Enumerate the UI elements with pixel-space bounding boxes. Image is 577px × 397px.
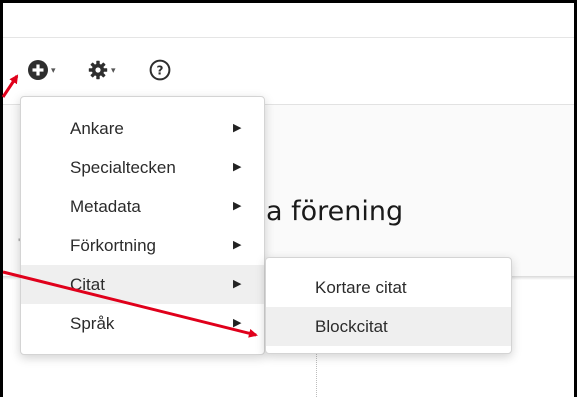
submenu-item-label: Kortare citat (315, 277, 407, 297)
help-button[interactable]: ? (149, 56, 171, 84)
triangle-right-icon: ▶ (233, 200, 242, 212)
document-heading: a förening (266, 196, 404, 227)
submenu-item-kortare-citat[interactable]: Kortare citat (266, 268, 511, 307)
help-glyph: ? (157, 64, 164, 78)
menu-item-forkortning[interactable]: Förkortning ▶ (21, 226, 264, 265)
menu-item-specialtecken[interactable]: Specialtecken ▶ (21, 148, 264, 187)
menu-item-sprak[interactable]: Språk ▶ (21, 304, 264, 343)
menu-item-ankare[interactable]: Ankare ▶ (21, 109, 264, 148)
settings-dropdown-button[interactable]: ▾ (88, 56, 116, 84)
screenshot-frame: ▾ ▾ ? a förening ' (0, 0, 577, 397)
chevron-down-icon: ▾ (51, 64, 56, 75)
citat-submenu: Kortare citat Blockcitat (265, 257, 512, 354)
question-circle-icon: ? (149, 59, 171, 81)
add-dropdown-button[interactable]: ▾ (28, 56, 56, 84)
triangle-right-icon: ▶ (233, 161, 242, 173)
frame-border-top (0, 0, 577, 3)
submenu-item-blockcitat[interactable]: Blockcitat (266, 307, 511, 346)
triangle-right-icon: ▶ (233, 278, 242, 290)
plus-circle-icon (28, 60, 48, 80)
insert-menu: Ankare ▶ Specialtecken ▶ Metadata ▶ Förk… (20, 96, 265, 355)
chevron-down-icon: ▾ (111, 64, 116, 75)
menu-item-label: Specialtecken (70, 157, 176, 177)
menu-item-label: Metadata (70, 196, 141, 216)
menu-item-metadata[interactable]: Metadata ▶ (21, 187, 264, 226)
menu-item-label: Ankare (70, 118, 124, 138)
triangle-right-icon: ▶ (233, 317, 242, 329)
menu-item-label: Förkortning (70, 235, 156, 255)
triangle-right-icon: ▶ (233, 122, 242, 134)
menu-item-citat[interactable]: Citat ▶ (21, 265, 264, 304)
submenu-item-label: Blockcitat (315, 316, 388, 336)
annotation-arrow-to-add-button (1, 74, 19, 98)
menu-item-label: Språk (70, 313, 115, 333)
gear-icon (88, 60, 108, 80)
topbar-divider (3, 37, 574, 38)
menu-item-label: Citat (70, 274, 105, 294)
triangle-right-icon: ▶ (233, 239, 242, 251)
